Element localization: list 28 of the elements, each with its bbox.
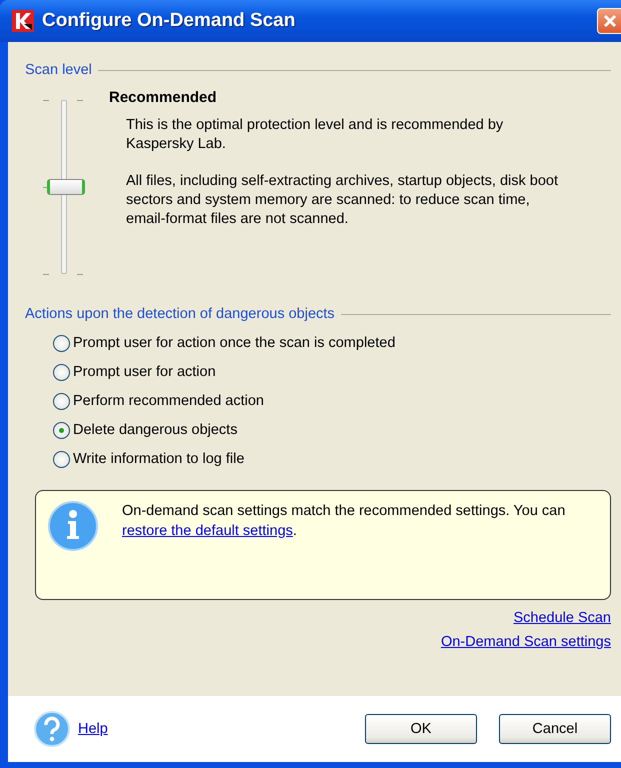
dialog-button[interactable]: Cancel	[499, 714, 611, 744]
radio-label[interactable]: Prompt user for action	[73, 364, 216, 380]
close-icon[interactable]	[602, 13, 618, 29]
radio-button[interactable]	[53, 334, 70, 352]
info-icon	[48, 501, 98, 551]
radio-button[interactable]	[53, 450, 70, 468]
radio-button[interactable]	[53, 364, 70, 380]
level-name: Recommended	[109, 89, 218, 106]
radio-label[interactable]: Delete dangerous objects	[73, 422, 238, 438]
section-legend: Actions upon the detection of dangerous objects	[25, 306, 335, 322]
window-title: Configure On-Demand Scan	[42, 10, 296, 32]
settings-link[interactable]: Schedule Scan	[513, 610, 611, 626]
settings-link[interactable]: On-Demand Scan settings	[440, 634, 611, 650]
close-button[interactable]	[597, 8, 621, 34]
restore-defaults-link[interactable]: restore the default settings	[122, 523, 293, 539]
radio-button[interactable]	[53, 422, 70, 438]
level-description: This is the optimal protection level and is recommended by Kaspersky Lab.	[126, 116, 504, 154]
radio-label[interactable]: Perform recommended action	[73, 393, 264, 409]
radio-button[interactable]	[53, 392, 70, 410]
dialog-button[interactable]: OK	[365, 714, 477, 744]
help-link[interactable]: Help	[78, 721, 343, 737]
shield-k-logo-icon	[12, 10, 34, 32]
radio-label[interactable]: Write information to log file	[73, 451, 244, 467]
radio-label[interactable]: Prompt user for action once the scan is completed	[73, 335, 396, 351]
level-description: All files, including self-extracting archives, startup objects, disk boot sectors and system memory are scanned: to reduce scan time, email-format files are not scanned.	[126, 172, 558, 229]
info-message: On-demand scan settings match the recommended settings. You can restore the default settings.	[122, 502, 566, 541]
slider-thumb[interactable]	[47, 179, 85, 195]
section-legend: Scan level	[25, 62, 92, 78]
